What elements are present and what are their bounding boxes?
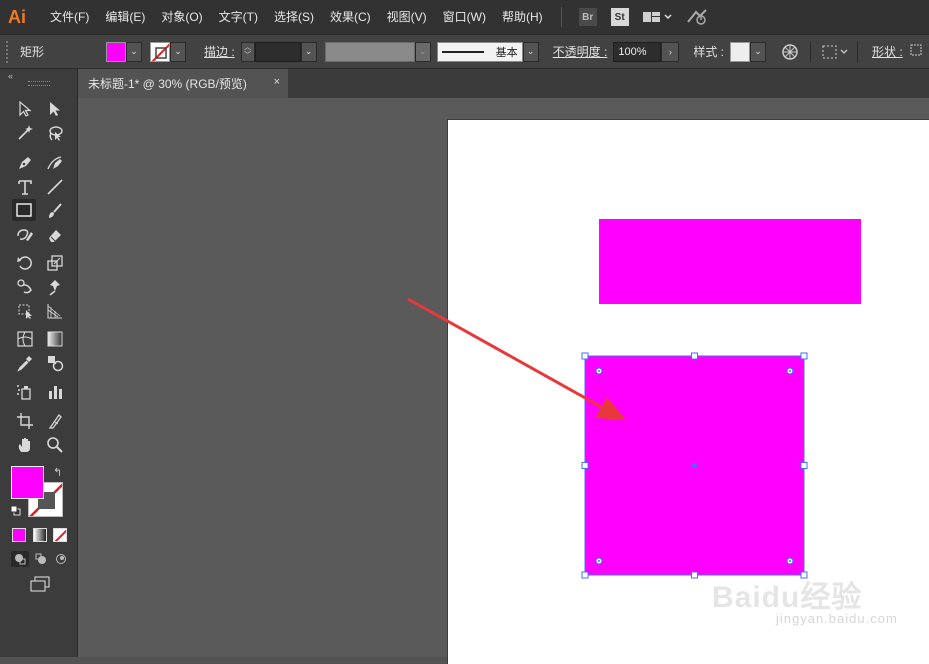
menu-edit[interactable]: 编辑(E) [97,0,153,34]
opacity-label[interactable]: 不透明度 : [553,43,608,60]
swap-fill-stroke-icon[interactable]: ↰ [53,466,62,479]
magic-wand-icon[interactable] [13,122,37,144]
scale-tool-icon[interactable] [43,252,67,274]
object-type-label: 矩形 [20,45,45,59]
baidu-watermark-url: jingyan.baidu.com [776,611,898,626]
document-tab-bar: 未标题-1* @ 30% (RGB/预览) × [78,69,929,99]
zoom-tool-icon[interactable] [43,434,67,456]
gradient-tool-icon[interactable] [43,328,67,350]
menu-select[interactable]: 选择(S) [266,0,322,34]
fill-dropdown[interactable]: ⌄ [126,41,142,62]
tools-panel: « ↰ [0,69,78,657]
panel-grip[interactable] [28,81,50,86]
line-tool-icon[interactable] [43,176,67,198]
puppet-warp-icon[interactable] [43,276,67,298]
brush-definition-field[interactable]: 基本 [436,41,523,62]
shape-label[interactable]: 形状 : [872,43,903,60]
baidu-watermark-logo: Baidu经验 [712,581,863,614]
hand-tool-icon[interactable] [13,434,37,456]
mesh-tool-icon[interactable] [13,328,37,350]
stroke-weight-label[interactable]: 描边 : [204,43,235,60]
pen-tool-icon[interactable] [13,152,37,174]
gpu-performance-icon[interactable] [686,8,710,26]
variable-width-dropdown[interactable]: ⌄ [414,41,431,62]
opacity-input[interactable]: 100% [613,41,662,62]
style-label: 样式 : [693,45,725,59]
stock-icon[interactable]: St [610,8,629,26]
shaper-tool-icon[interactable] [13,224,37,246]
menu-bar: Ai 文件(F) 编辑(E) 对象(O) 文字(T) 选择(S) 效果(C) 视… [0,0,929,34]
column-graph-icon[interactable] [43,381,67,403]
app-logo: Ai [8,6,26,27]
menu-help[interactable]: 帮助(H) [494,0,551,34]
fill-color-swatch[interactable] [106,41,126,62]
default-fill-stroke-icon[interactable] [10,505,21,519]
collapse-panel-icon[interactable]: « [8,71,13,81]
gradient-mode-button[interactable] [33,528,47,542]
type-tool-icon[interactable] [13,176,37,198]
stroke-color-swatch[interactable] [150,41,170,62]
curvature-tool-icon[interactable] [43,152,67,174]
rotate-tool-icon[interactable] [13,252,37,274]
draw-normal-icon[interactable] [11,551,29,567]
shape-properties-icon[interactable] [909,43,923,60]
stroke-weight-dropdown[interactable]: ⌄ [300,41,317,62]
symbol-sprayer-icon[interactable] [13,381,37,403]
eraser-icon[interactable] [43,224,67,246]
document-tab-title: 未标题-1* @ 30% (RGB/预览) [88,77,247,91]
slice-tool-icon[interactable] [43,410,67,432]
perspective-grid-icon[interactable] [43,300,67,322]
selection-tool-icon[interactable] [13,98,37,120]
close-icon[interactable]: × [274,76,280,88]
menu-view[interactable]: 视图(V) [379,0,435,34]
fill-swatch-large[interactable] [11,466,44,499]
color-mode-button[interactable] [12,528,26,542]
graphic-style-swatch[interactable] [730,41,751,62]
direct-selection-tool-icon[interactable] [43,98,67,120]
control-bar: 矩形 ⌄ ⌄ 描边 : ︿ ﹀ ⌄ ⌄ 基本 ⌄ 不透明度 : 100% › 样式… [0,34,929,69]
blend-tool-icon[interactable] [43,352,67,374]
draw-inside-icon[interactable] [52,551,70,567]
document-tab[interactable]: 未标题-1* @ 30% (RGB/预览) × [78,69,288,98]
style-dropdown[interactable]: ⌄ [750,41,767,62]
menu-divider [560,7,562,27]
menu-object[interactable]: 对象(O) [153,0,210,34]
brush-stroke-line [441,50,484,53]
stroke-weight-input[interactable] [254,41,301,62]
menu-window[interactable]: 窗口(W) [435,0,494,34]
free-transform-icon[interactable] [13,300,37,322]
draw-behind-icon[interactable] [32,551,50,567]
menu-file[interactable]: 文件(F) [42,0,97,34]
menu-effect[interactable]: 效果(C) [322,0,379,34]
bridge-icon[interactable]: Br [578,8,597,26]
paintbrush-icon[interactable] [43,200,67,222]
warp-tool-icon[interactable] [13,276,37,298]
stroke-dropdown[interactable]: ⌄ [170,41,186,62]
recolor-artwork-icon[interactable] [780,42,800,62]
none-mode-button[interactable] [53,528,67,542]
menu-type[interactable]: 文字(T) [211,0,266,34]
opacity-expand-button[interactable]: › [661,41,680,62]
no-stroke-icon [151,43,169,61]
screen-mode-icon[interactable] [29,576,51,597]
lasso-icon[interactable] [43,122,67,144]
brush-definition-label: 基本 [495,46,518,59]
artboard-tool-icon[interactable] [13,410,37,432]
brush-dropdown[interactable]: ⌄ [522,41,539,62]
eyedropper-icon[interactable] [13,352,37,374]
stroke-weight-stepper[interactable]: ︿ ﹀ [240,41,255,62]
rectangle-tool-icon[interactable] [12,199,36,221]
align-options-icon[interactable] [821,43,849,61]
variable-width-profile[interactable] [324,41,415,62]
workspace-switcher-icon[interactable] [642,10,672,24]
